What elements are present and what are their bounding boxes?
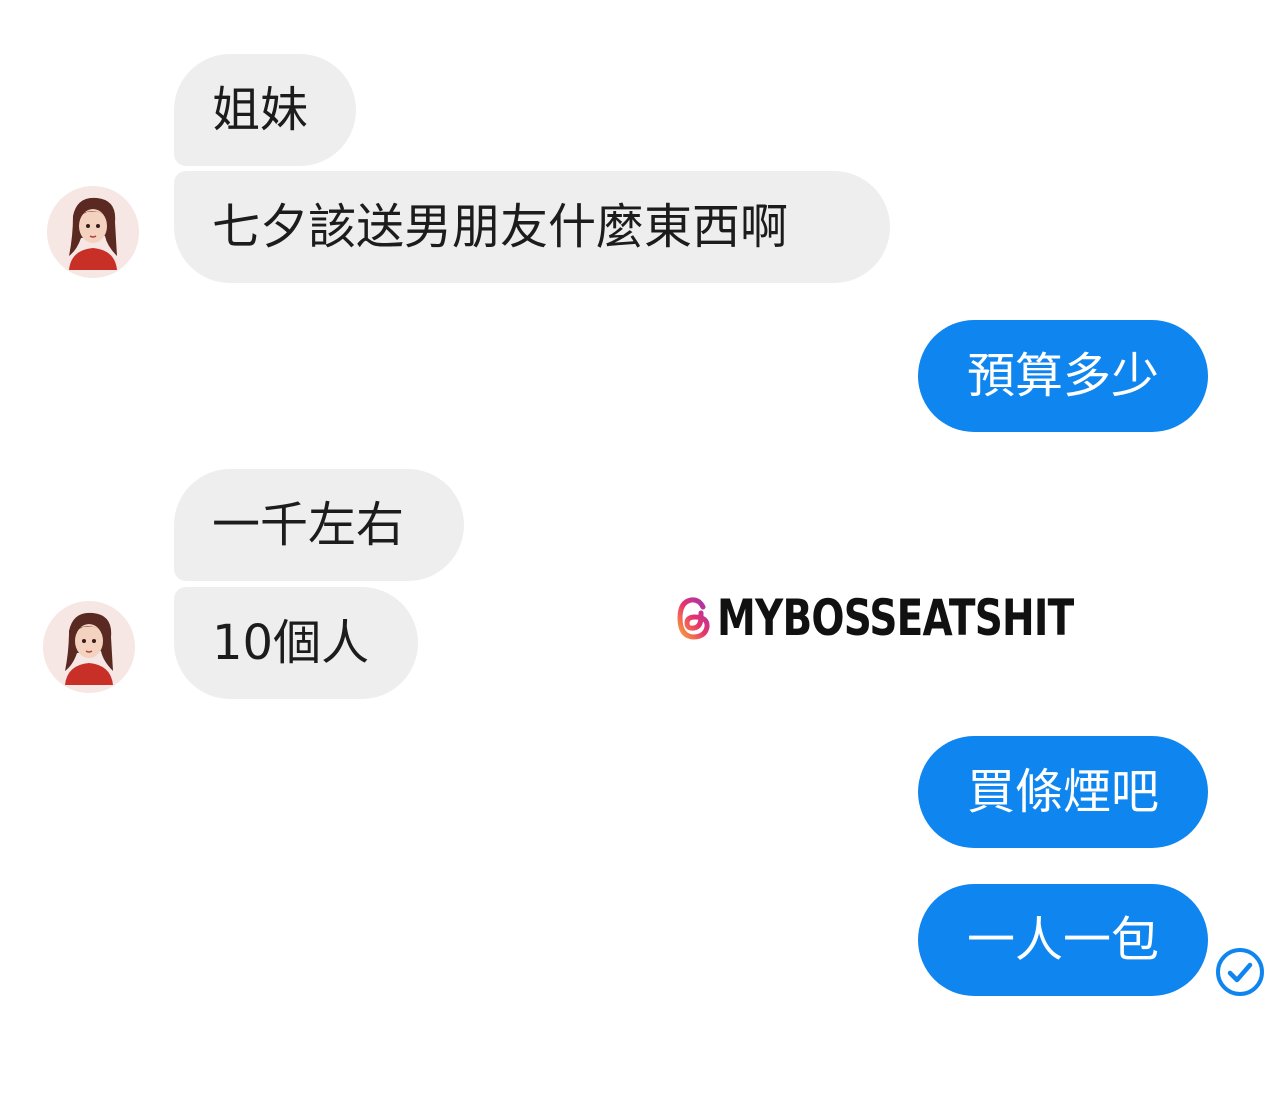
message-bubble-incoming: 姐妹 xyxy=(174,54,356,166)
message-bubble-incoming: 一千左右 xyxy=(174,469,464,581)
read-receipt-check-icon xyxy=(1216,948,1264,996)
anime-girl-avatar-icon xyxy=(47,186,139,278)
contact-avatar[interactable] xyxy=(47,186,139,278)
contact-avatar[interactable] xyxy=(43,601,135,693)
message-bubble-outgoing: 一人一包 xyxy=(918,884,1208,996)
message-text: 姐妹 xyxy=(212,82,309,138)
message-text: 預算多少 xyxy=(966,348,1159,404)
watermark: MYBOSSEATSHIT xyxy=(675,583,1174,653)
message-bubble-incoming: 七夕該送男朋友什麼東西啊 xyxy=(174,171,890,283)
anime-girl-avatar-icon xyxy=(43,601,135,693)
threads-logo-icon xyxy=(677,597,710,640)
message-text: 一人一包 xyxy=(966,912,1159,968)
message-text: 一千左右 xyxy=(212,497,405,553)
message-text: 10個人 xyxy=(212,615,370,671)
message-bubble-incoming: 10個人 xyxy=(174,587,418,699)
message-text: 買條煙吧 xyxy=(966,764,1159,820)
message-text: 七夕該送男朋友什麼東西啊 xyxy=(212,199,789,255)
watermark-handle: MYBOSSEATSHIT xyxy=(717,589,1074,647)
message-bubble-outgoing: 買條煙吧 xyxy=(918,736,1208,848)
message-bubble-outgoing: 預算多少 xyxy=(918,320,1208,432)
